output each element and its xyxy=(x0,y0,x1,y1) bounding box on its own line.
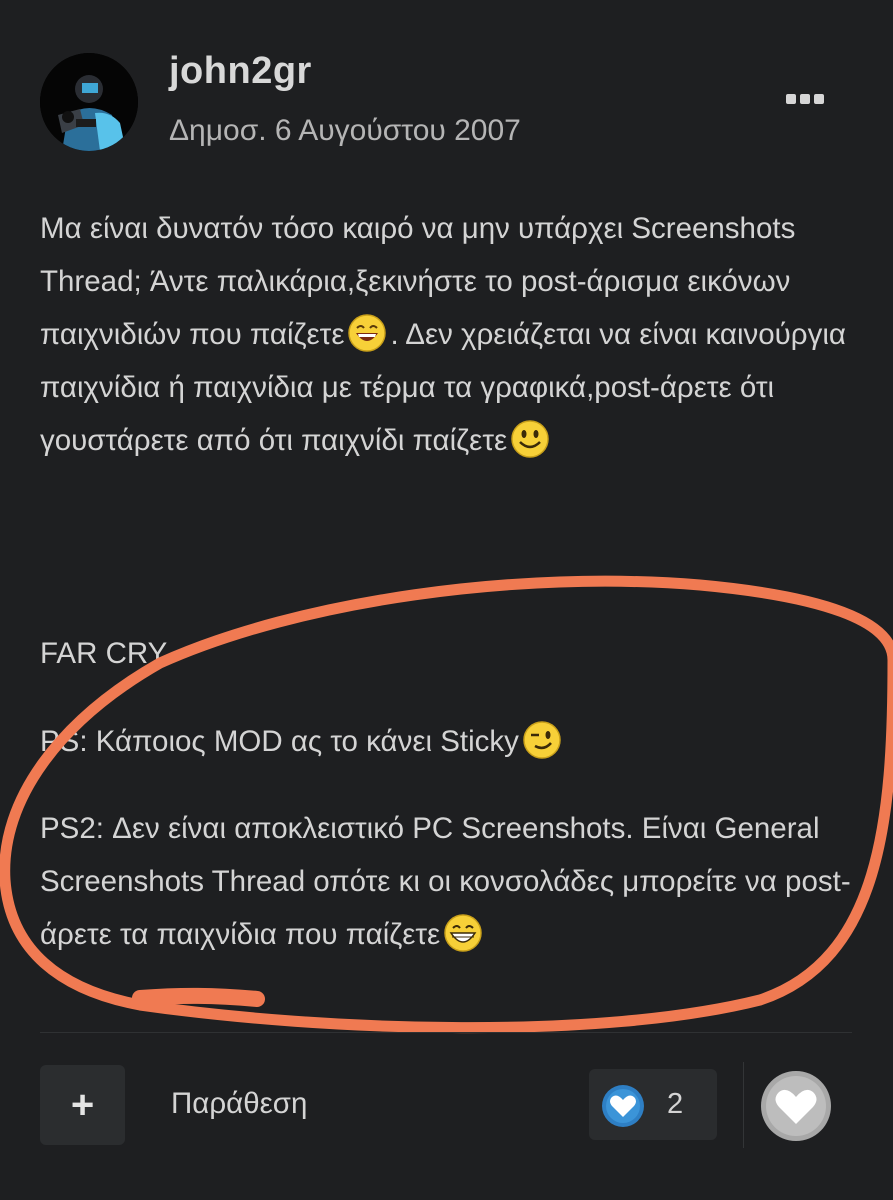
more-dot-icon xyxy=(786,94,796,104)
annotation-circle xyxy=(0,575,893,1034)
post-date: Δημοσ. 6 Αυγούστου 2007 xyxy=(169,114,521,147)
more-dot-icon xyxy=(800,94,810,104)
ps2-paragraph: PS2: Δεν είναι αποκλειστικό PC Screensho… xyxy=(40,802,860,961)
grin-emoji-icon xyxy=(444,914,482,952)
avatar-image xyxy=(40,53,138,151)
post-page: john2gr Δημοσ. 6 Αυγούστου 2007 Μα είναι… xyxy=(0,0,893,1200)
add-button[interactable]: + xyxy=(40,1065,125,1145)
post-divider xyxy=(40,1032,852,1033)
reactions-summary[interactable]: 2 xyxy=(589,1069,717,1140)
username[interactable]: john2gr xyxy=(169,50,312,93)
wink-emoji-icon xyxy=(523,721,561,759)
reaction-count: 2 xyxy=(667,1088,684,1120)
ps-text: PS: Κάποιος MOD ας το κάνει Sticky xyxy=(40,725,519,758)
avatar[interactable] xyxy=(40,53,138,151)
post-body: Μα είναι δυνατόν τόσο καιρό να μην υπάρχ… xyxy=(40,202,860,467)
quote-button[interactable]: Παράθεση xyxy=(171,1087,307,1121)
more-dot-icon xyxy=(814,94,824,104)
far-cry-label: FAR CRY xyxy=(40,637,168,670)
post-paragraph: Μα είναι δυνατόν τόσο καιρό να μην υπάρχ… xyxy=(40,202,860,467)
heart-icon xyxy=(602,1085,644,1127)
ps-line: PS: Κάποιος MOD ας το κάνει Sticky xyxy=(40,720,565,760)
more-options-button[interactable] xyxy=(778,84,832,114)
like-button[interactable] xyxy=(760,1070,832,1142)
smile-emoji-icon xyxy=(511,420,549,458)
laughing-emoji-icon xyxy=(348,314,387,352)
action-separator xyxy=(743,1062,744,1148)
